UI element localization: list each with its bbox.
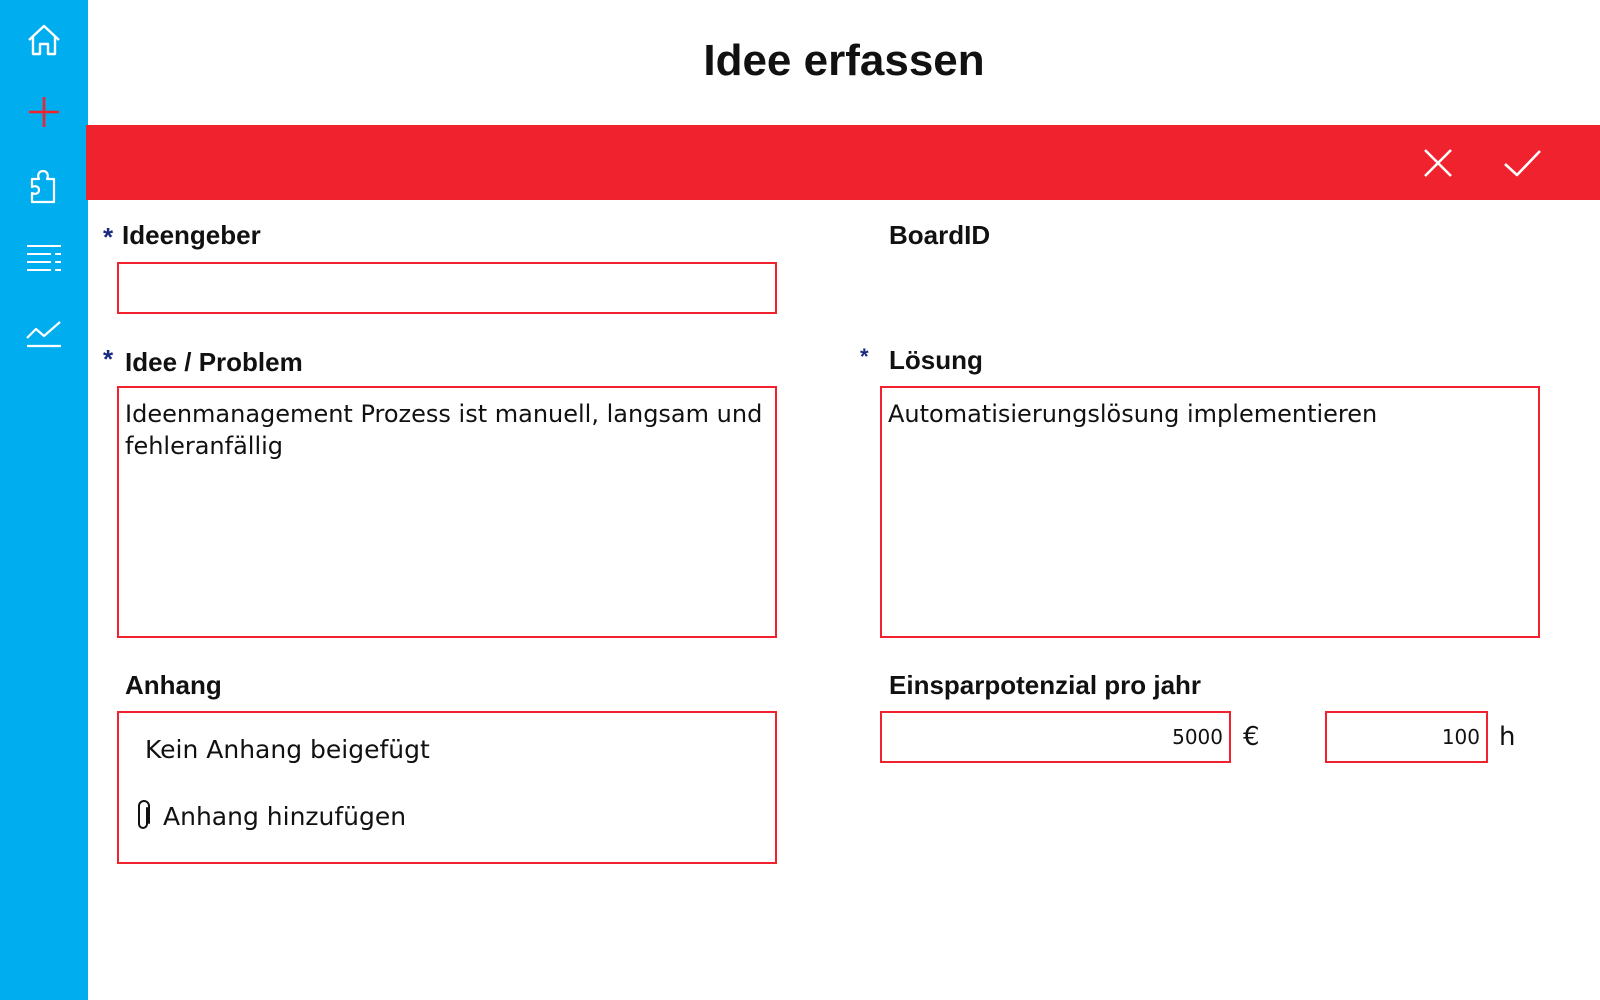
paperclip-icon — [138, 800, 150, 829]
cancel-button[interactable] — [1412, 137, 1464, 189]
loesung-label: Lösung — [889, 345, 983, 375]
plus-icon — [29, 97, 59, 127]
hours-field-box — [1325, 711, 1488, 763]
check-icon — [1504, 150, 1541, 177]
einsparpotenzial-label: Einsparpotenzial pro jahr — [889, 670, 1202, 700]
required-marker: * — [860, 344, 869, 369]
close-icon — [1424, 149, 1452, 177]
anhang-label: Anhang — [125, 670, 222, 700]
loesung-textarea[interactable]: Automatisierungslösung implementieren — [882, 388, 1538, 636]
ideengeber-input[interactable] — [119, 264, 775, 312]
trend-chart-icon — [26, 321, 61, 348]
idee-problem-textarea[interactable]: Ideenmanagement Prozess ist manuell, lan… — [119, 388, 775, 636]
euro-savings-input[interactable] — [882, 713, 1229, 761]
form-toolbar — [86, 125, 1600, 200]
boardid-label: BoardID — [889, 220, 991, 250]
euro-unit: € — [1243, 722, 1260, 752]
add-attachment-button[interactable]: Anhang hinzufügen — [133, 799, 406, 833]
required-marker: * — [103, 222, 114, 252]
anhang-box: Kein Anhang beigefügt Anhang hinzufügen — [117, 711, 777, 864]
list-icon — [27, 245, 61, 271]
idee-problem-field-box: Ideenmanagement Prozess ist manuell, lan… — [117, 386, 777, 638]
no-attachment-text: Kein Anhang beigefügt — [145, 735, 430, 764]
idee-problem-label: Idee / Problem — [125, 347, 303, 377]
add-attachment-label: Anhang hinzufügen — [163, 801, 407, 831]
nav-analytics-button[interactable] — [16, 304, 72, 360]
ideengeber-field-box — [117, 262, 777, 314]
puzzle-icon — [30, 169, 56, 204]
nav-list-button[interactable] — [16, 230, 72, 286]
nav-home-button[interactable] — [16, 12, 72, 68]
sidebar — [0, 0, 88, 1000]
home-icon — [28, 24, 60, 56]
hours-savings-input[interactable] — [1327, 713, 1486, 761]
nav-add-button[interactable] — [16, 84, 72, 140]
euro-field-box — [880, 711, 1231, 763]
confirm-button[interactable] — [1496, 137, 1548, 189]
page-title: Idee erfassen — [703, 36, 985, 85]
required-marker: * — [103, 344, 114, 374]
hours-unit: h — [1499, 722, 1516, 752]
loesung-field-box: Automatisierungslösung implementieren — [880, 386, 1540, 638]
ideengeber-label: Ideengeber — [122, 220, 261, 250]
nav-puzzle-button[interactable] — [16, 158, 72, 214]
